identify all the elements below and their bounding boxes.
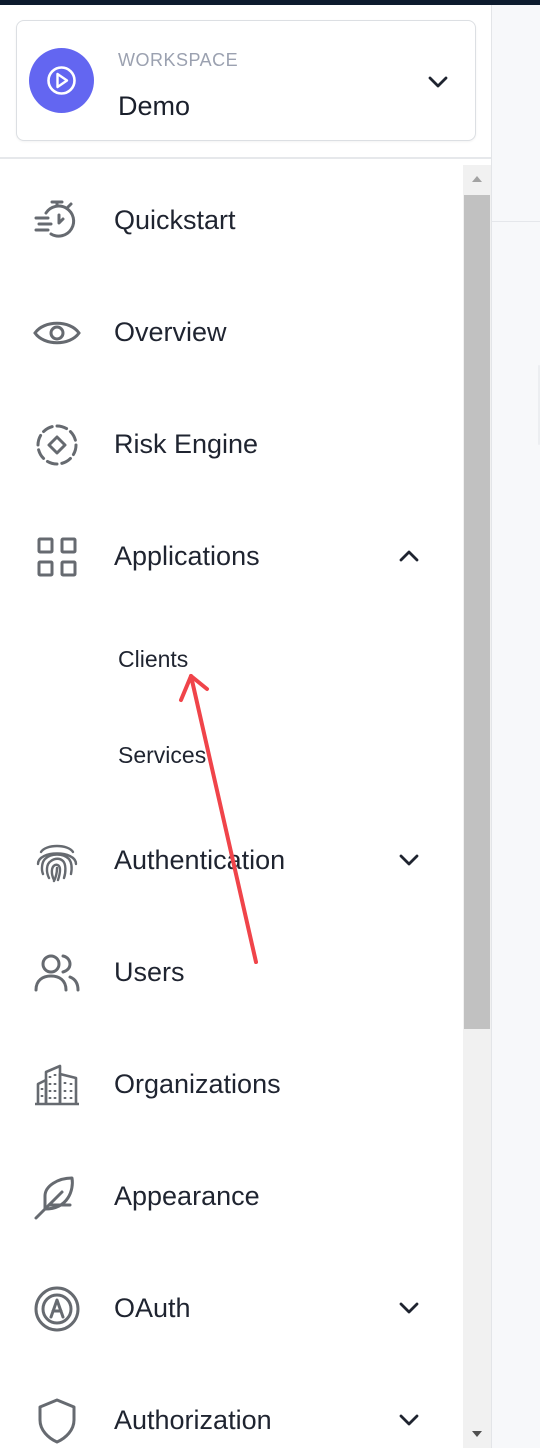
sidebar-item-authentication[interactable]: Authentication (0, 805, 462, 917)
play-circle-icon (47, 66, 76, 95)
sidebar-item-authorization[interactable]: Authorization (0, 1365, 462, 1448)
sidebar-scrollbar[interactable] (463, 165, 491, 1448)
workspace-name: Demo (118, 91, 191, 121)
eye-icon (33, 321, 81, 345)
oauth-icon (34, 1286, 80, 1332)
sidebar-subitem-services[interactable]: Services (0, 709, 462, 805)
chevron-down-icon[interactable] (396, 1407, 422, 1433)
grid-icon (37, 537, 77, 577)
sidebar-subitem-label: Services (118, 742, 207, 768)
users-icon (34, 954, 80, 992)
workspace-switcher[interactable]: WORKSPACE Demo (16, 20, 476, 141)
sidebar-item-organizations[interactable]: Organizations (0, 1029, 462, 1141)
chevron-down-icon[interactable] (425, 69, 451, 95)
feather-icon (34, 1176, 74, 1220)
sidebar-item-overview[interactable]: Overview (0, 277, 462, 389)
sidebar: WORKSPACE Demo Quickstart Overview Risk … (0, 5, 492, 1448)
sidebar-item-label: Overview (114, 317, 227, 347)
sidebar-item-quickstart[interactable]: Quickstart (0, 165, 462, 277)
sidebar-divider (0, 157, 491, 159)
sidebar-item-label: Authentication (114, 845, 286, 875)
scroll-up-arrow-icon[interactable] (463, 165, 491, 193)
sidebar-item-label: Quickstart (114, 205, 236, 235)
sidebar-item-appearance[interactable]: Appearance (0, 1141, 462, 1253)
scroll-down-arrow-icon[interactable] (463, 1420, 491, 1448)
shield-icon (38, 1398, 76, 1444)
sidebar-nav: Quickstart Overview Risk Engine Applicat… (0, 160, 462, 1448)
content-divider (492, 221, 540, 222)
sidebar-item-oauth[interactable]: OAuth (0, 1253, 462, 1365)
sidebar-item-label: Organizations (114, 1069, 281, 1099)
chevron-up-icon[interactable] (396, 543, 422, 569)
buildings-icon (35, 1064, 79, 1106)
sidebar-item-label: Authorization (114, 1405, 272, 1435)
chevron-down-icon[interactable] (396, 847, 422, 873)
sidebar-subitem-label: Clients (118, 646, 189, 672)
scrollbar-thumb[interactable] (464, 195, 490, 1029)
sidebar-item-label: Risk Engine (114, 429, 259, 459)
sidebar-item-risk-engine[interactable]: Risk Engine (0, 389, 462, 501)
fingerprint-icon (36, 844, 78, 883)
workspace-avatar (29, 48, 94, 113)
sidebar-subitem-clients[interactable]: Clients (0, 613, 462, 709)
workspace-label: WORKSPACE (118, 50, 239, 70)
sidebar-item-users[interactable]: Users (0, 917, 462, 1029)
sidebar-item-applications[interactable]: Applications (0, 501, 462, 613)
sidebar-item-label: Applications (114, 541, 260, 571)
sidebar-item-label: Appearance (114, 1181, 260, 1211)
sidebar-item-label: Users (114, 957, 185, 987)
chevron-down-icon[interactable] (396, 1295, 422, 1321)
main-content-area (492, 5, 540, 1448)
risk-engine-icon (36, 424, 78, 466)
stopwatch-icon (34, 200, 76, 238)
sidebar-item-label: OAuth (114, 1293, 191, 1323)
